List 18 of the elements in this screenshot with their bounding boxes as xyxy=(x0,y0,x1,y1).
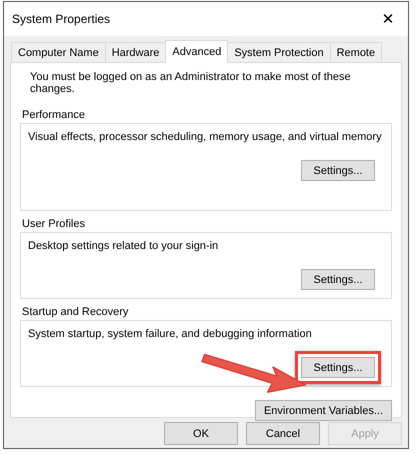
settings-button[interactable]: Settings... xyxy=(301,160,375,181)
group-description: Desktop settings related to your sign-in xyxy=(28,239,220,254)
tab[interactable]: Remote xyxy=(330,42,382,62)
group-description: Visual effects, processor scheduling, memory usage, and virtual memory xyxy=(28,130,383,145)
settings-button[interactable]: Settings... xyxy=(301,269,375,290)
window-title: System Properties xyxy=(12,12,110,26)
dialog-button[interactable]: Cancel xyxy=(246,422,320,445)
tab[interactable]: Advanced xyxy=(165,40,228,63)
close-button[interactable]: ✕ xyxy=(368,2,408,36)
environment-variables-button[interactable]: Environment Variables... xyxy=(254,400,392,421)
dialog-button[interactable]: OK xyxy=(164,422,238,445)
tab[interactable]: Computer Name xyxy=(11,42,106,62)
group-title: Performance xyxy=(21,109,86,121)
group-title: User Profiles xyxy=(21,218,86,230)
group-title: Startup and Recovery xyxy=(21,306,130,318)
group-description: System startup, system failure, and debugging information xyxy=(28,327,313,342)
admin-notice: You must be logged on as an Administrator to make most of these changes. xyxy=(29,71,352,95)
settings-button[interactable]: Settings... xyxy=(301,357,375,378)
